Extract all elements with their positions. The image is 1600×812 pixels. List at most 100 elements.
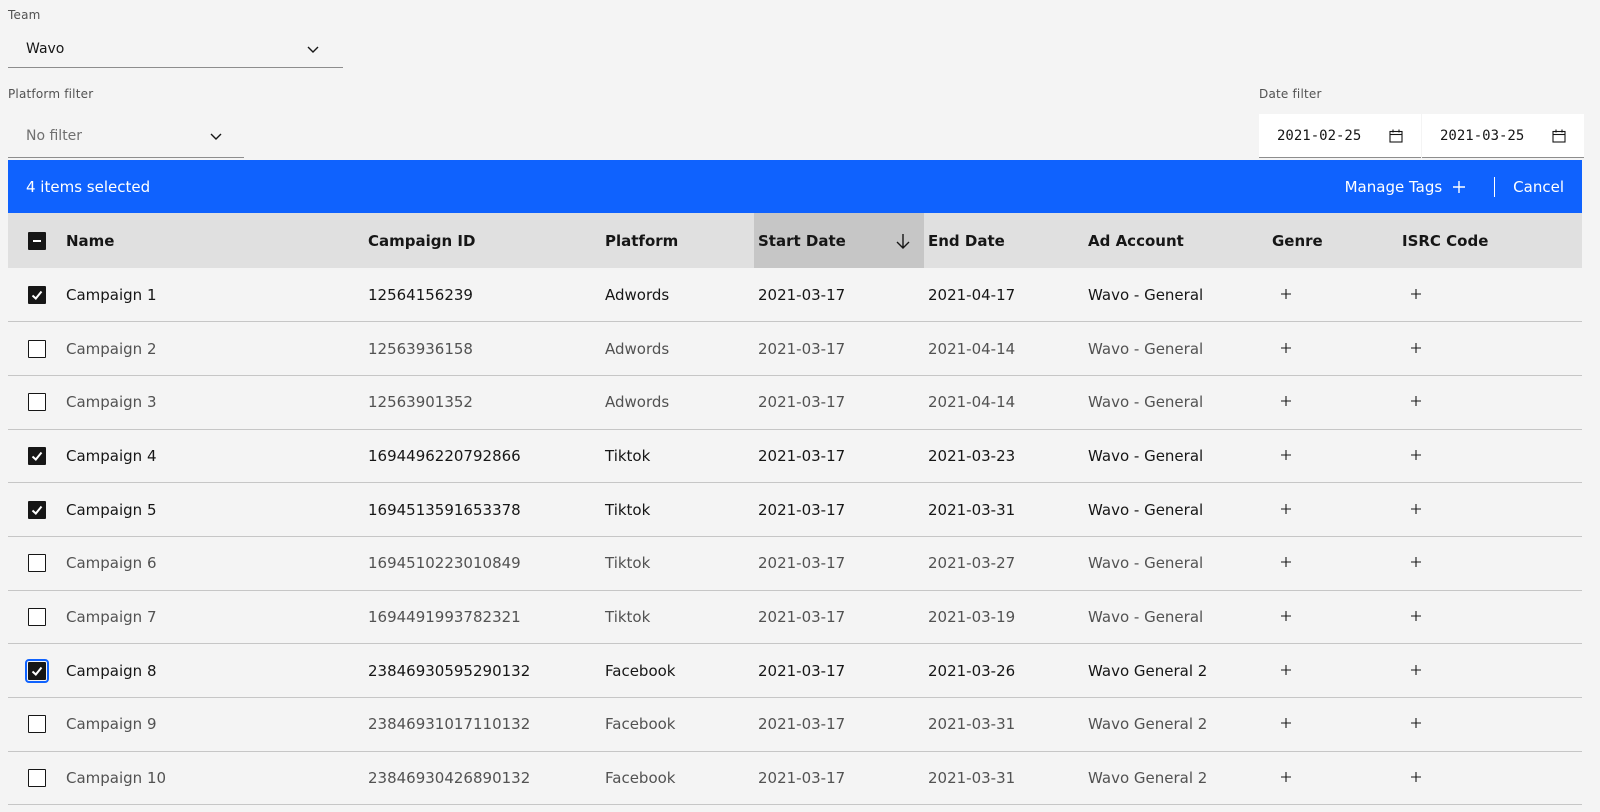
add-isrc-plus-icon[interactable] <box>1410 501 1422 514</box>
campaign-ad-account: Wavo - General <box>1088 500 1204 519</box>
add-genre-plus-icon[interactable] <box>1280 393 1292 407</box>
row-checkbox[interactable] <box>28 285 46 304</box>
add-genre-plus-icon[interactable] <box>1280 554 1292 568</box>
team-dropdown[interactable]: Wavo <box>8 30 343 68</box>
add-isrc-plus-icon[interactable] <box>1410 554 1422 568</box>
column-header-end-date[interactable]: End Date <box>924 213 1084 268</box>
row-select-cell <box>8 483 62 537</box>
add-isrc-plus-icon[interactable] <box>1410 286 1422 299</box>
add-isrc-plus-icon[interactable] <box>1410 662 1422 675</box>
campaign-start-date: 2021-03-17 <box>758 446 846 465</box>
campaign-start-date: 2021-03-17 <box>758 715 846 734</box>
campaign-end-date: 2021-03-31 <box>928 769 1016 788</box>
campaigns-table: Name Campaign ID Platform Start Date End… <box>8 213 1582 805</box>
genre-cell <box>1268 429 1398 483</box>
campaign-platform: Tiktok <box>605 446 651 465</box>
team-value: Wavo <box>26 40 65 57</box>
table-row[interactable]: Campaign 7 1694491993782321 Tiktok 2021-03-… <box>8 590 1582 644</box>
add-genre-plus-icon[interactable] <box>1280 769 1292 783</box>
add-genre-plus-icon[interactable] <box>1280 447 1292 460</box>
row-checkbox[interactable] <box>28 715 46 734</box>
genre-cell <box>1268 322 1398 376</box>
campaign-platform: Tiktok <box>605 607 651 626</box>
row-checkbox[interactable] <box>25 658 49 683</box>
column-header-ad-account[interactable]: Ad Account <box>1084 213 1268 268</box>
column-header-genre[interactable]: Genre <box>1268 213 1398 268</box>
add-isrc-plus-icon[interactable] <box>1410 447 1422 460</box>
campaign-ad-account: Wavo General 2 <box>1088 769 1208 788</box>
end-date-value: 2021-03-25 <box>1440 127 1525 144</box>
row-select-cell <box>8 375 62 429</box>
platform-filter-value: No filter <box>26 127 83 144</box>
batch-actions-toolbar: 4 items selected Manage Tags Cancel <box>8 160 1582 213</box>
campaign-start-date: 2021-03-17 <box>758 607 846 626</box>
isrc-cell <box>1398 536 1582 590</box>
genre-cell <box>1268 751 1398 805</box>
row-checkbox[interactable] <box>28 769 46 788</box>
row-select-cell <box>8 644 62 698</box>
select-all-checkbox[interactable] <box>28 231 46 250</box>
add-genre-plus-icon[interactable] <box>1280 501 1292 514</box>
row-checkbox[interactable] <box>28 500 46 519</box>
campaign-platform: Facebook <box>605 715 676 734</box>
campaign-start-date: 2021-03-17 <box>758 393 846 412</box>
table-row[interactable]: Campaign 1 12564156239 Adwords 2021-03-17 20… <box>8 268 1582 322</box>
genre-cell <box>1268 375 1398 429</box>
table-row[interactable]: Campaign 9 23846931017110132 Facebook 2021-… <box>8 698 1582 752</box>
row-checkbox[interactable] <box>28 446 46 465</box>
manage-tags-button[interactable]: Manage Tags <box>1345 178 1467 196</box>
genre-cell <box>1268 644 1398 698</box>
add-genre-plus-icon[interactable] <box>1280 608 1292 621</box>
table-row[interactable]: Campaign 2 12563936158 Adwords 2021-03-17 20… <box>8 322 1582 376</box>
table-row[interactable]: Campaign 8 23846930595290132 Facebook 2021-… <box>8 644 1582 698</box>
add-isrc-plus-icon[interactable] <box>1410 715 1422 729</box>
column-header-platform[interactable]: Platform <box>601 213 754 268</box>
campaign-id: 12563936158 <box>368 339 473 358</box>
end-date-input[interactable]: 2021-03-25 <box>1422 114 1584 158</box>
table-row[interactable]: Campaign 3 12563901352 Adwords 2021-03-17 20… <box>8 375 1582 430</box>
table-row[interactable]: Campaign 5 1694513591653378 Tiktok 2021-03-… <box>8 483 1582 537</box>
add-isrc-plus-icon[interactable] <box>1410 608 1422 621</box>
campaign-name: Campaign 10 <box>66 769 167 788</box>
start-date-header-label: Start Date <box>758 231 846 250</box>
add-genre-plus-icon[interactable] <box>1280 286 1292 299</box>
table-row[interactable]: Campaign 10 23846930426890132 Facebook 2021… <box>8 751 1582 805</box>
start-date-input[interactable]: 2021-02-25 <box>1259 114 1421 158</box>
campaign-start-date: 2021-03-17 <box>758 554 846 573</box>
platform-filter-dropdown[interactable]: No filter <box>8 114 244 158</box>
campaign-name: Campaign 5 <box>66 500 157 519</box>
campaign-end-date: 2021-03-23 <box>928 446 1016 465</box>
campaign-ad-account: Wavo General 2 <box>1088 715 1208 734</box>
isrc-cell <box>1398 698 1582 752</box>
add-isrc-plus-icon[interactable] <box>1410 393 1422 407</box>
campaign-platform: Adwords <box>605 339 670 358</box>
add-isrc-plus-icon[interactable] <box>1410 340 1422 353</box>
row-checkbox[interactable] <box>28 607 46 626</box>
row-checkbox[interactable] <box>28 339 46 358</box>
campaign-end-date: 2021-03-31 <box>928 715 1016 734</box>
row-select-cell <box>8 268 62 322</box>
campaign-ad-account: Wavo General 2 <box>1088 661 1208 680</box>
campaign-platform: Facebook <box>605 661 676 680</box>
column-header-start-date[interactable]: Start Date <box>754 213 924 268</box>
row-select-cell <box>8 536 62 590</box>
add-genre-plus-icon[interactable] <box>1280 715 1292 729</box>
campaign-ad-account: Wavo - General <box>1088 285 1204 304</box>
genre-cell <box>1268 268 1398 322</box>
row-checkbox[interactable] <box>28 393 46 412</box>
table-row[interactable]: Campaign 6 1694510223010849 Tiktok 2021-03-… <box>8 536 1582 591</box>
column-header-name[interactable]: Name <box>62 213 364 268</box>
campaign-ad-account: Wavo - General <box>1088 554 1204 573</box>
table-row[interactable]: Campaign 4 1694496220792866 Tiktok 2021-03-… <box>8 429 1582 483</box>
campaign-name: Campaign 2 <box>66 339 157 358</box>
isrc-cell <box>1398 429 1582 483</box>
add-isrc-plus-icon[interactable] <box>1410 769 1422 783</box>
campaign-end-date: 2021-03-19 <box>928 607 1016 626</box>
add-genre-plus-icon[interactable] <box>1280 662 1292 675</box>
add-genre-plus-icon[interactable] <box>1280 340 1292 353</box>
column-header-isrc-code[interactable]: ISRC Code <box>1398 213 1582 268</box>
column-header-campaign-id[interactable]: Campaign ID <box>364 213 601 268</box>
isrc-cell <box>1398 375 1582 429</box>
cancel-button[interactable]: Cancel <box>1513 178 1564 196</box>
row-checkbox[interactable] <box>28 554 46 573</box>
